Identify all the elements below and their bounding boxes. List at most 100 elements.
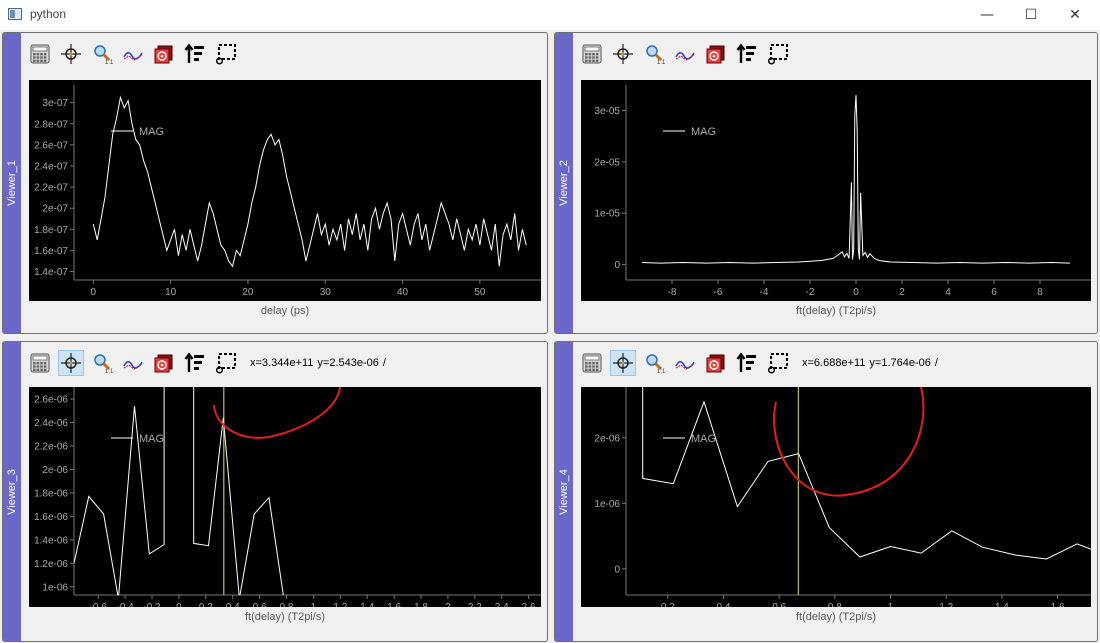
curve-fit-icon	[123, 52, 143, 61]
y-tick-label: 2.4e-06	[34, 418, 68, 429]
x-tick-label: 10	[165, 287, 177, 298]
viewer-tab[interactable]: Viewer_4	[555, 342, 573, 641]
curve-fit-icon	[123, 361, 143, 370]
export-button[interactable]	[703, 41, 729, 67]
legend-label: MAG	[691, 126, 716, 138]
y-tick-label: 2e-05	[594, 157, 620, 168]
selection-button[interactable]	[765, 350, 791, 376]
calculator-icon	[30, 44, 50, 64]
zoom-button[interactable]: 1:1	[641, 350, 667, 376]
curve-fit-button[interactable]	[120, 41, 146, 67]
crosshair-button[interactable]	[58, 350, 84, 376]
sort-button[interactable]	[734, 41, 760, 67]
coord-y-readout: y=2.543e-06	[317, 357, 379, 369]
x-tick-label: 1.2	[939, 602, 953, 607]
chart-1: 0 10 20 30 40 50 1.4e-07 1.6e-07 1.8e-07 2e-07 2.2…	[34, 85, 542, 298]
svg-text:1:1: 1:1	[105, 60, 113, 65]
crosshair-button[interactable]	[58, 41, 84, 67]
close-button[interactable]: ✕	[1052, 0, 1098, 30]
plot-area[interactable]: 0 10 20 30 40 50 1.4e-07 1.6e-07 1.8e-07 2e-07 2.2…	[29, 80, 542, 301]
crosshair-button[interactable]	[610, 350, 636, 376]
export-icon	[154, 45, 173, 64]
sort-button[interactable]	[734, 350, 760, 376]
viewer-toolbar: 1:1 x=3.344e+11 y=2.543e-06/	[27, 346, 390, 380]
zoom-button[interactable]: 1:1	[89, 350, 115, 376]
selection-button[interactable]	[213, 41, 239, 67]
selection-button[interactable]	[765, 41, 791, 67]
x-tick-label: -0.2	[143, 602, 161, 607]
selection-button[interactable]	[213, 350, 239, 376]
zoom-icon: 1:1	[94, 45, 113, 65]
zoom-button[interactable]: 1:1	[89, 41, 115, 67]
plot-area[interactable]: -0.6 -0.4 -0.2 0 0.2 0.4 0.6 0.8 1 1.2 1.4 1.6 1.8 2 2…	[29, 356, 542, 613]
y-tick-label: 1.8e-07	[34, 225, 68, 236]
coord-suffix-readout: /	[934, 357, 938, 369]
calculator-icon	[582, 353, 602, 373]
sort-button[interactable]	[182, 41, 208, 67]
curve-fit-button[interactable]	[120, 350, 146, 376]
plot-area[interactable]: 0.2 0.4 0.6 0.8 1 1.2 1.4 1.6 0 1e-06 2e-06 MAG	[581, 351, 1097, 613]
x-tick-label: 1	[311, 602, 317, 607]
y-tick-label: 1.4e-07	[34, 267, 68, 278]
viewer-panel-1: Viewer_1 1:1 0 10 20 30 40 50 1.4e-07 1.6e-07 1.8e…	[2, 32, 548, 334]
series-line-mag	[642, 95, 1070, 264]
app-icon	[8, 8, 22, 20]
x-tick-label: 0.2	[199, 602, 213, 607]
curve-fit-button[interactable]	[672, 41, 698, 67]
x-tick-label: 20	[242, 287, 254, 298]
selection-icon	[215, 353, 236, 374]
x-tick-label: 0	[91, 287, 97, 298]
calculator-button[interactable]	[579, 41, 605, 67]
export-button[interactable]	[703, 350, 729, 376]
y-tick-label: 2e-07	[42, 204, 68, 215]
viewer-tab-label: Viewer_1	[6, 160, 18, 206]
viewer-panel-3: Viewer_31:1x=3.344e+11y=2.543e-06/-0.6-0…	[2, 341, 548, 642]
sort-icon	[184, 352, 204, 372]
y-tick-label: 2.2e-07	[34, 183, 68, 194]
sort-icon	[736, 352, 756, 372]
export-icon	[706, 45, 725, 64]
sort-icon	[184, 43, 204, 63]
cursor-coordinates: x=6.688e+11 y=1.764e-06/	[802, 357, 942, 369]
axes: 0 10 20 30 40 50 1.4e-07 1.6e-07 1.8e-07 2e-07 2.2…	[34, 85, 542, 298]
x-tick-label: 50	[474, 287, 486, 298]
export-button[interactable]	[151, 350, 177, 376]
curve-fit-icon	[675, 361, 695, 370]
crosshair-button[interactable]	[610, 41, 636, 67]
x-tick-label: 4	[945, 287, 951, 298]
y-tick-label: 0	[614, 564, 620, 575]
x-axis-label: ft(delay) (T2pi/s)	[244, 611, 326, 623]
minimize-button[interactable]: —	[964, 0, 1010, 30]
viewer-tab[interactable]: Viewer_1	[3, 33, 21, 333]
calculator-button[interactable]	[579, 350, 605, 376]
viewer-tab[interactable]: Viewer_2	[555, 33, 573, 333]
calculator-button[interactable]	[27, 41, 53, 67]
x-tick-label: 30	[320, 287, 332, 298]
axes: -0.6 -0.4 -0.2 0 0.2 0.4 0.6 0.8 1 1.2 1.4 1.6 1.8 2 2…	[34, 387, 542, 613]
x-tick-label: 0.8	[280, 602, 294, 607]
coord-x-readout: x=6.688e+11	[802, 357, 866, 369]
y-tick-label: 3e-05	[594, 106, 620, 117]
curve-fit-button[interactable]	[672, 350, 698, 376]
legend: MAG	[663, 126, 716, 138]
window-title: python	[30, 7, 67, 21]
x-tick-label: 1.4	[995, 602, 1009, 607]
svg-text:1:1: 1:1	[105, 369, 113, 374]
legend-label: MAG	[139, 433, 164, 445]
y-tick-label: 1e-06	[594, 499, 620, 510]
x-tick-label: -0.4	[116, 602, 134, 607]
x-tick-label: 0.8	[828, 602, 842, 607]
calculator-button[interactable]	[27, 350, 53, 376]
series-line-mag	[92, 95, 527, 268]
export-button[interactable]	[151, 41, 177, 67]
maximize-button[interactable]: ☐	[1008, 0, 1054, 30]
sort-button[interactable]	[182, 350, 208, 376]
selection-icon	[215, 44, 236, 65]
x-axis-label: delay (ps)	[260, 305, 310, 317]
calculator-icon	[30, 353, 50, 373]
x-tick-label: 0.4	[226, 602, 240, 607]
y-tick-label: 0	[614, 260, 620, 271]
zoom-button[interactable]: 1:1	[641, 41, 667, 67]
viewer-tab[interactable]: Viewer_3	[3, 342, 21, 641]
plot-area[interactable]: -8 -6 -4 -2 0 2 4 6 8 0 1e-05 2e-05 3e-05 MAG	[581, 80, 1094, 301]
